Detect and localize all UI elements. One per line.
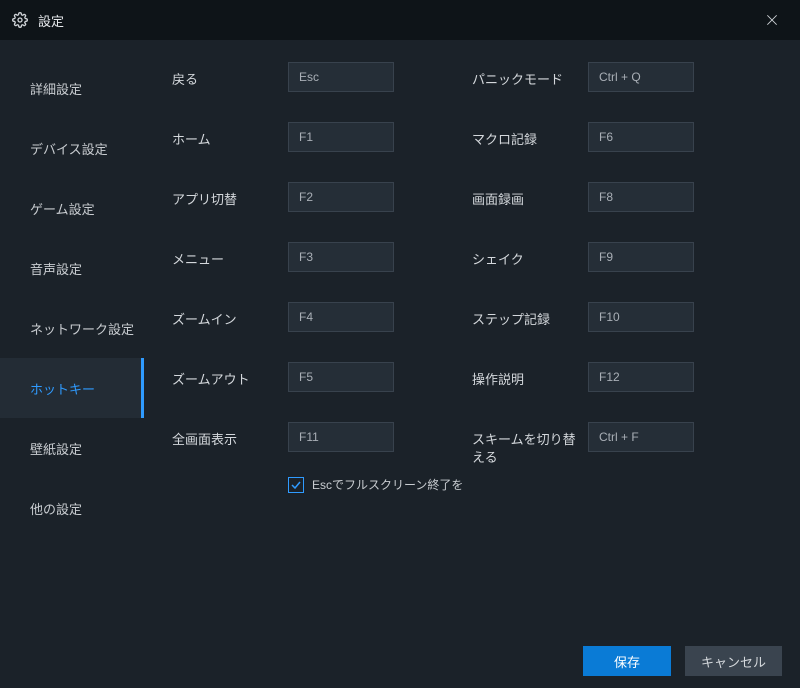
window-title: 設定 — [38, 11, 64, 30]
hotkey-input-fullscreen[interactable] — [288, 422, 394, 452]
esc-fullscreen-label: Escでフルスクリーン終了を — [312, 476, 463, 493]
titlebar: 設定 — [0, 0, 800, 40]
hotkey-label: パニックモード — [472, 62, 588, 89]
hotkeys-panel: 戻る ホーム アプリ切替 メニュー ズームイン ズームアウト 全画面表示 Esc… — [144, 40, 800, 634]
footer: 保存 キャンセル — [0, 634, 800, 688]
hotkey-input-macro-record[interactable] — [588, 122, 694, 152]
sidebar-item-network-settings[interactable]: ネットワーク設定 — [0, 298, 144, 358]
hotkey-label: メニュー — [172, 242, 288, 269]
sidebar-item-label: ホットキー — [30, 379, 95, 398]
sidebar-item-game-settings[interactable]: ゲーム設定 — [0, 178, 144, 238]
hotkeys-column-left: 戻る ホーム アプリ切替 メニュー ズームイン ズームアウト 全画面表示 Esc… — [172, 62, 472, 493]
settings-icon — [12, 12, 28, 28]
sidebar-item-label: 壁紙設定 — [30, 439, 82, 458]
sidebar: 詳細設定 デバイス設定 ゲーム設定 音声設定 ネットワーク設定 ホットキー 壁紙… — [0, 40, 144, 634]
hotkey-label: ステップ記録 — [472, 302, 588, 329]
hotkey-input-shake[interactable] — [588, 242, 694, 272]
hotkey-label: アプリ切替 — [172, 182, 288, 209]
sidebar-item-audio-settings[interactable]: 音声設定 — [0, 238, 144, 298]
hotkey-label: スキームを切り替える — [472, 422, 588, 467]
hotkey-label: 操作説明 — [472, 362, 588, 389]
save-button[interactable]: 保存 — [583, 646, 671, 676]
sidebar-item-label: 音声設定 — [30, 259, 82, 278]
close-button[interactable] — [752, 0, 792, 40]
hotkey-label: 戻る — [172, 62, 288, 89]
hotkey-input-panic-mode[interactable] — [588, 62, 694, 92]
hotkey-label: ホーム — [172, 122, 288, 149]
sidebar-item-hotkeys[interactable]: ホットキー — [0, 358, 144, 418]
hotkey-input-screen-record[interactable] — [588, 182, 694, 212]
hotkey-input-menu[interactable] — [288, 242, 394, 272]
hotkeys-column-right: パニックモード マクロ記録 画面録画 シェイク ステップ記録 操作説明 スキーム… — [472, 62, 772, 493]
hotkey-label: ズームイン — [172, 302, 288, 329]
hotkey-input-switch-scheme[interactable] — [588, 422, 694, 452]
hotkey-input-zoom-out[interactable] — [288, 362, 394, 392]
sidebar-item-label: ネットワーク設定 — [30, 319, 134, 338]
hotkey-input-home[interactable] — [288, 122, 394, 152]
sidebar-item-label: 詳細設定 — [30, 79, 82, 98]
sidebar-item-other-settings[interactable]: 他の設定 — [0, 478, 144, 538]
hotkey-label: 全画面表示 — [172, 422, 288, 449]
cancel-button[interactable]: キャンセル — [685, 646, 782, 676]
hotkey-input-step-record[interactable] — [588, 302, 694, 332]
hotkey-label: ズームアウト — [172, 362, 288, 389]
hotkey-label: 画面録画 — [472, 182, 588, 209]
esc-fullscreen-checkbox[interactable] — [288, 477, 304, 493]
hotkey-input-operation-guide[interactable] — [588, 362, 694, 392]
sidebar-item-label: デバイス設定 — [30, 139, 108, 158]
hotkey-input-app-switch[interactable] — [288, 182, 394, 212]
hotkey-label: シェイク — [472, 242, 588, 269]
hotkey-input-zoom-in[interactable] — [288, 302, 394, 332]
hotkey-input-back[interactable] — [288, 62, 394, 92]
sidebar-item-detail-settings[interactable]: 詳細設定 — [0, 58, 144, 118]
hotkey-label: マクロ記録 — [472, 122, 588, 149]
sidebar-item-wallpaper-settings[interactable]: 壁紙設定 — [0, 418, 144, 478]
sidebar-item-label: 他の設定 — [30, 499, 82, 518]
sidebar-item-label: ゲーム設定 — [30, 199, 95, 218]
sidebar-item-device-settings[interactable]: デバイス設定 — [0, 118, 144, 178]
